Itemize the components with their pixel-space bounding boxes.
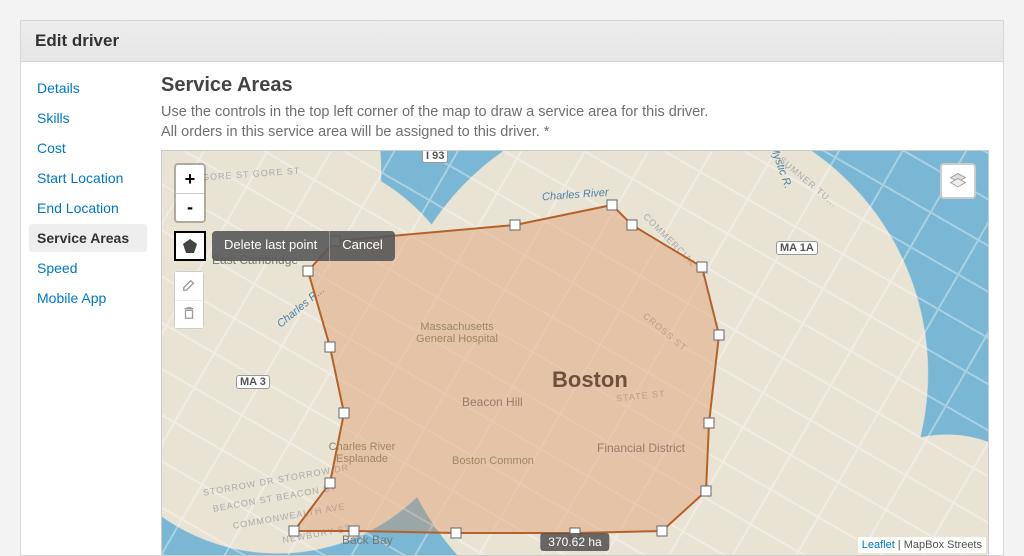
edit-driver-panel: Edit driver Details Skills Cost Start Lo… xyxy=(20,20,1004,556)
panel-body: Details Skills Cost Start Location End L… xyxy=(21,62,1003,556)
polygon-vertex-handle[interactable] xyxy=(697,262,707,272)
polygon-vertex-handle[interactable] xyxy=(627,220,637,230)
zoom-out-button[interactable]: - xyxy=(176,193,204,221)
content: Service Areas Use the controls in the to… xyxy=(155,62,1003,556)
polygon-vertex-handle[interactable] xyxy=(701,486,711,496)
sidebar-item-service-areas[interactable]: Service Areas xyxy=(29,224,147,252)
panel-title: Edit driver xyxy=(35,31,989,51)
mapbox-label: MapBox Streets xyxy=(904,539,982,551)
polygon-vertex-handle[interactable] xyxy=(714,330,724,340)
sidebar-item-mobile-app[interactable]: Mobile App xyxy=(29,284,147,312)
polygon-vertex-handle[interactable] xyxy=(607,200,617,210)
polygon-area-label: 370.62 ha xyxy=(540,533,609,551)
sidebar-item-details[interactable]: Details xyxy=(29,74,147,102)
polygon-vertex-handle[interactable] xyxy=(303,266,313,276)
polygon-vertex-handle[interactable] xyxy=(510,220,520,230)
polygon-vertex-handle[interactable] xyxy=(289,526,299,536)
polygon-icon xyxy=(182,238,198,254)
sidebar-item-start-location[interactable]: Start Location xyxy=(29,164,147,192)
edit-tools xyxy=(174,271,204,329)
polygon-overlay[interactable] xyxy=(162,151,988,555)
polygon-vertex-handle[interactable] xyxy=(451,528,461,538)
panel-header: Edit driver xyxy=(21,21,1003,62)
sidebar-item-skills[interactable]: Skills xyxy=(29,104,147,132)
polygon-vertex-handle[interactable] xyxy=(704,418,714,428)
zoom-controls: + - xyxy=(174,163,206,223)
layers-icon xyxy=(948,171,968,191)
polygon-vertex-handle[interactable] xyxy=(339,408,349,418)
layers-button[interactable] xyxy=(940,163,976,199)
sidebar-item-cost[interactable]: Cost xyxy=(29,134,147,162)
zoom-in-button[interactable]: + xyxy=(176,165,204,193)
delete-shape-button[interactable] xyxy=(175,300,203,328)
pencil-icon xyxy=(182,278,196,292)
polygon-vertex-handle[interactable] xyxy=(325,342,335,352)
sidebar-item-end-location[interactable]: End Location xyxy=(29,194,147,222)
attribution-sep: | xyxy=(895,539,904,551)
sidebar: Details Skills Cost Start Location End L… xyxy=(21,62,155,556)
help-line-2: All orders in this service area will be … xyxy=(161,124,549,140)
section-help: Use the controls in the top left corner … xyxy=(161,103,989,142)
delete-last-point-button[interactable]: Delete last point xyxy=(212,231,329,261)
polygon-vertex-handle[interactable] xyxy=(349,526,359,536)
draw-actions: Delete last point Cancel xyxy=(212,231,395,261)
map-canvas[interactable]: Boston East Cambridge Beacon Hill Financ… xyxy=(161,150,989,556)
draw-polygon-button[interactable] xyxy=(174,231,206,261)
draw-toolbar: Delete last point Cancel xyxy=(174,231,395,261)
section-title: Service Areas xyxy=(161,74,989,97)
sidebar-item-speed[interactable]: Speed xyxy=(29,254,147,282)
edit-shape-button[interactable] xyxy=(175,272,203,300)
trash-icon xyxy=(182,306,196,320)
polygon-vertex-handle[interactable] xyxy=(325,478,335,488)
polygon-vertex-handle[interactable] xyxy=(657,526,667,536)
leaflet-link[interactable]: Leaflet xyxy=(862,539,895,551)
cancel-draw-button[interactable]: Cancel xyxy=(329,231,394,261)
map-attribution: Leaflet | MapBox Streets xyxy=(858,537,986,553)
help-line-1: Use the controls in the top left corner … xyxy=(161,104,708,120)
